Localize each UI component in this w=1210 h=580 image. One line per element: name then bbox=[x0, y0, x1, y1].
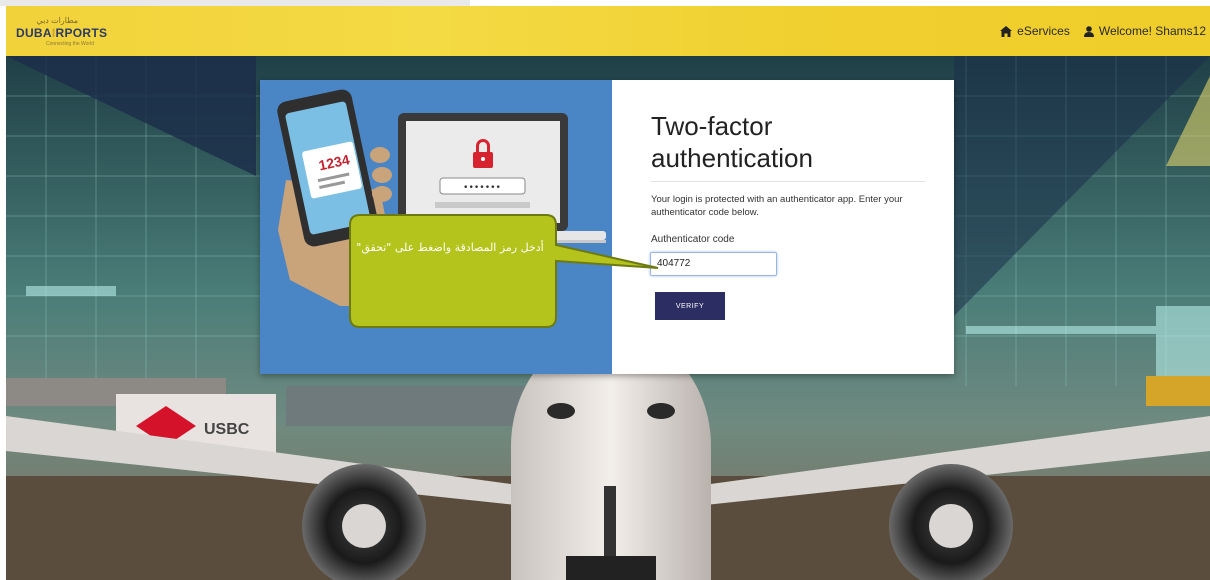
logo-arabic-text: مطارات دبي bbox=[36, 16, 78, 25]
user-icon bbox=[1083, 25, 1094, 37]
site-header: مطارات دبي DUBAIRPORTS Connecting the Wo… bbox=[6, 6, 1210, 57]
instruction-callout bbox=[349, 214, 659, 328]
logo-tagline: Connecting the World bbox=[46, 41, 94, 47]
eservices-label: eServices bbox=[1017, 24, 1070, 38]
dubai-airports-logo[interactable]: مطارات دبي DUBAIRPORTS Connecting the Wo… bbox=[16, 16, 108, 50]
page-title: Two-factor authentication bbox=[651, 111, 813, 173]
logo-wordmark: DUBAIRPORTS bbox=[16, 26, 108, 40]
callout-instruction-text: أدخل رمز المصادقة واضغط على "تحقق" bbox=[356, 241, 544, 254]
welcome-user-label: Welcome! Shams12 bbox=[1098, 24, 1206, 38]
user-menu-link[interactable]: Welcome! Shams12 bbox=[1083, 24, 1206, 38]
auth-description: Your login is protected with an authenti… bbox=[651, 194, 903, 218]
password-mask: ••••••• bbox=[463, 183, 501, 193]
svg-text:USBC: USBC bbox=[204, 421, 250, 438]
title-divider bbox=[651, 181, 925, 182]
home-icon bbox=[1000, 25, 1013, 37]
eservices-link[interactable]: eServices bbox=[1000, 24, 1070, 38]
header-nav: eServices Welcome! Shams12 bbox=[1000, 24, 1206, 38]
